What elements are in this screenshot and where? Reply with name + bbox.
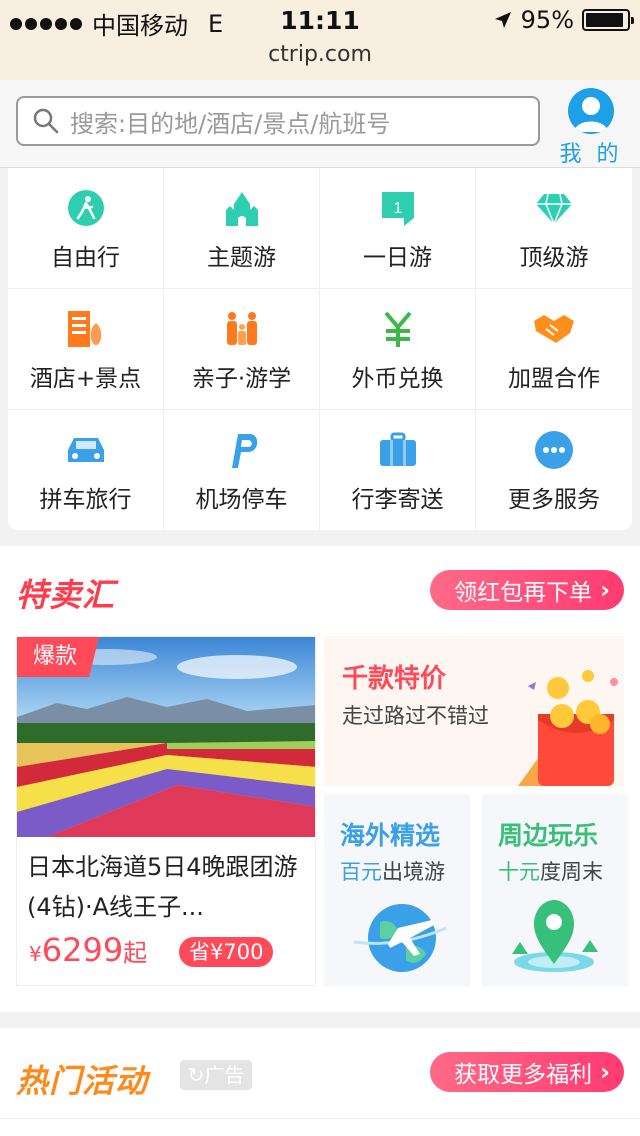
svg-text:1: 1: [393, 200, 402, 217]
service-grid: 自由行 主题游 1 一日游 顶级游 酒店+景点 亲子·游学 外币兑换 加盟合作 …: [8, 168, 632, 530]
status-right: 95%: [493, 6, 634, 34]
grid-item-parking[interactable]: 机场停车: [164, 410, 320, 530]
url-label[interactable]: ctrip.com: [0, 42, 640, 67]
grid-item-one-day[interactable]: 1 一日游: [320, 168, 476, 289]
overseas-title: 海外精选: [340, 821, 441, 850]
search-input[interactable]: 搜索:目的地/酒店/景点/航班号: [16, 96, 540, 146]
more-benefits-label: 获取更多福利: [454, 1062, 593, 1088]
car-icon: [67, 438, 104, 462]
castle-icon: [225, 192, 258, 226]
chevron-right-icon: ›: [600, 1058, 610, 1086]
grid-label: 酒店+景点: [29, 366, 142, 392]
handshake-icon: [534, 315, 574, 343]
deals-title: 特卖汇: [16, 576, 116, 614]
grid-label: 加盟合作: [508, 366, 600, 392]
grid-label: 主题游: [207, 245, 276, 271]
grid-item-carpool[interactable]: 拼车旅行: [8, 410, 164, 530]
featured-deal-card[interactable]: 爆款 日本北海道5日4晚跟团游(4钻)·A线王子... ¥6299起 省¥700: [16, 636, 316, 986]
grid-item-free-travel[interactable]: 自由行: [8, 168, 164, 289]
grid-item-luggage[interactable]: 行李寄送: [320, 410, 476, 530]
family-icon: [226, 312, 257, 345]
map-pin-icon: [512, 900, 598, 972]
overseas-card[interactable]: 海外精选 百元出境游: [324, 794, 470, 986]
grid-label: 更多服务: [508, 487, 600, 513]
grid-item-premium[interactable]: 顶级游: [476, 168, 632, 289]
currency-symbol: ¥: [29, 942, 42, 966]
price-value: 6299: [41, 931, 124, 969]
search-header: 搜索:目的地/酒店/景点/航班号 我 的: [0, 80, 640, 168]
nearby-title: 周边玩乐: [498, 821, 599, 850]
grid-label: 外币兑换: [351, 366, 444, 392]
globe-plane-icon: [353, 904, 447, 972]
ad-badge: ↻广告: [180, 1060, 252, 1090]
grid-label: 一日游: [363, 245, 432, 271]
savings-badge: 省¥700: [179, 937, 274, 967]
nearby-card[interactable]: 周边玩乐 十元度周末: [482, 794, 628, 986]
my-account-button[interactable]: 我 的: [556, 88, 626, 168]
nearby-highlight: 十元: [498, 860, 540, 884]
search-placeholder: 搜索:目的地/酒店/景点/航班号: [70, 109, 391, 138]
parking-icon: [231, 434, 257, 468]
chevron-right-icon: ›: [600, 576, 610, 604]
nearby-rest: 度周末: [540, 860, 603, 884]
battery-percent: 95%: [520, 6, 574, 34]
deals-section: 特卖汇 领红包再下单 › 爆款 日本北海道5日4晚跟团游(4钻)·A线王子...…: [0, 546, 640, 1012]
grid-item-more[interactable]: 更多服务: [476, 410, 632, 530]
price-suffix: 起: [123, 939, 148, 967]
more-benefits-button[interactable]: 获取更多福利 ›: [430, 1052, 624, 1092]
hot-title: 热门活动: [16, 1062, 149, 1100]
overseas-subtitle: 百元出境游: [340, 856, 445, 886]
featured-title: 日本北海道5日4晚跟团游(4钻)·A线王子...: [27, 853, 298, 921]
grid-label: 拼车旅行: [39, 487, 132, 513]
hot-badge: 爆款: [17, 637, 100, 677]
grid-label: 自由行: [51, 245, 120, 271]
hotel-scenic-icon: [67, 311, 101, 347]
divider: [0, 1118, 640, 1119]
status-bar: 中国移动 E 11:11 95% ctrip.com: [0, 0, 640, 80]
search-icon: [33, 108, 59, 134]
more-icon: [535, 431, 573, 469]
diamond-icon: [536, 193, 572, 227]
nearby-subtitle: 十元度周末: [498, 856, 603, 886]
red-packet-button[interactable]: 领红包再下单 ›: [430, 570, 624, 610]
ad-label: 广告: [204, 1063, 245, 1087]
special-price-subtitle: 走过路过不错过: [342, 704, 489, 728]
grid-label: 顶级游: [519, 245, 589, 271]
grid-item-hotel-scenic[interactable]: 酒店+景点: [8, 289, 164, 410]
red-packet-label: 领红包再下单: [454, 580, 593, 606]
special-price-card[interactable]: 千款特价 走过路过不错过: [324, 636, 624, 786]
battery-icon: [582, 9, 634, 31]
special-price-title: 千款特价: [342, 664, 447, 694]
luggage-icon: [379, 432, 416, 466]
avatar-icon: [568, 88, 614, 134]
grid-item-currency[interactable]: 外币兑换: [320, 289, 476, 410]
grid-label: 亲子·游学: [191, 366, 292, 392]
ad-icon: ↻: [187, 1063, 205, 1087]
grid-label: 机场停车: [195, 487, 288, 513]
free-travel-icon: [67, 190, 104, 226]
grid-item-franchise[interactable]: 加盟合作: [476, 289, 632, 410]
currency-exchange-icon: [383, 311, 412, 347]
grid-item-family[interactable]: 亲子·游学: [164, 289, 320, 410]
overseas-rest: 出境游: [382, 860, 445, 884]
red-envelope-icon: [518, 670, 618, 786]
me-label: 我 的: [559, 142, 623, 167]
overseas-highlight: 百元: [340, 860, 382, 884]
featured-price: ¥6299起: [29, 931, 147, 969]
hot-activities-section: 热门活动 ↻广告 获取更多福利 ›: [0, 1028, 640, 1136]
location-arrow-icon: [494, 12, 511, 28]
grid-item-theme-tour[interactable]: 主题游: [164, 168, 320, 289]
one-day-flag-icon: 1: [381, 192, 414, 226]
grid-label: 行李寄送: [351, 487, 444, 513]
